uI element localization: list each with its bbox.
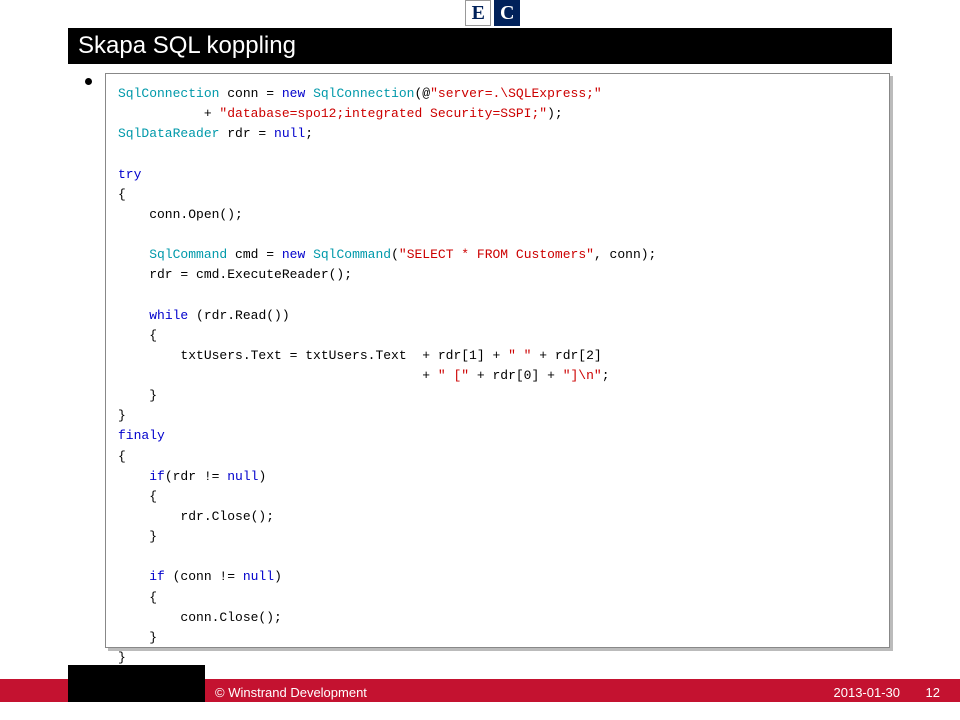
code-token: { — [118, 449, 126, 464]
code-token: SqlCommand — [149, 247, 227, 262]
code-token: " [" — [438, 368, 469, 383]
code-token: rdr = — [219, 126, 274, 141]
code-token: try — [118, 167, 141, 182]
code-token: } — [118, 650, 126, 665]
code-token: new — [282, 86, 305, 101]
code-token: "database=spo12;integrated Security=SSPI… — [219, 106, 547, 121]
code-token: SqlConnection — [313, 86, 414, 101]
code-token: rdr = cmd.ExecuteReader(); — [118, 267, 352, 282]
code-token: (@ — [414, 86, 430, 101]
code-token: SqlConnection — [118, 86, 219, 101]
code-token: txtUsers.Text = txtUsers.Text + rdr[1] + — [118, 348, 508, 363]
code-token: null — [243, 569, 274, 584]
logo-letter-c: C — [494, 0, 520, 26]
code-token: if — [149, 469, 165, 484]
code-token: + rdr[0] + — [469, 368, 563, 383]
code-token: ; — [305, 126, 313, 141]
code-token: rdr.Close(); — [118, 509, 274, 524]
code-token: cmd = — [227, 247, 282, 262]
code-token: conn = — [219, 86, 281, 101]
code-token: ; — [602, 368, 610, 383]
code-token: { — [118, 328, 157, 343]
code-token: SqlDataReader — [118, 126, 219, 141]
code-token: null — [227, 469, 258, 484]
code-token: conn.Open(); — [118, 207, 243, 222]
code-token: SqlCommand — [313, 247, 391, 262]
code-token: { — [118, 489, 157, 504]
code-token: } — [118, 630, 157, 645]
footer-page-number: 12 — [926, 685, 940, 700]
code-token: new — [282, 247, 305, 262]
code-token: " " — [508, 348, 531, 363]
code-token: "server=.\SQLExpress;" — [430, 86, 602, 101]
code-token: "]\n" — [563, 368, 602, 383]
code-token — [305, 247, 313, 262]
footer-black-box — [68, 665, 205, 702]
code-token: "SELECT * FROM Customers" — [399, 247, 594, 262]
code-token: conn.Close(); — [118, 610, 282, 625]
code-token: finaly — [118, 428, 165, 443]
code-block: SqlConnection conn = new SqlConnection(@… — [105, 73, 890, 648]
code-token: + rdr[2] — [531, 348, 601, 363]
code-token: null — [274, 126, 305, 141]
code-token: } — [118, 408, 126, 423]
slide-title: Skapa SQL koppling — [68, 28, 892, 64]
code-token: (conn != — [165, 569, 243, 584]
bullet-icon — [85, 78, 92, 85]
code-token: } — [118, 388, 157, 403]
code-token: while — [149, 308, 188, 323]
code-token: , conn); — [594, 247, 656, 262]
code-token: ) — [258, 469, 266, 484]
code-token: { — [118, 590, 157, 605]
code-token: ( — [391, 247, 399, 262]
code-token — [118, 469, 149, 484]
code-token — [118, 569, 149, 584]
footer-copyright: © Winstrand Development — [215, 685, 367, 700]
code-token: (rdr != — [165, 469, 227, 484]
code-token: { — [118, 187, 126, 202]
footer-date: 2013-01-30 — [834, 685, 901, 700]
code-token: (rdr.Read()) — [188, 308, 289, 323]
code-token: ); — [547, 106, 563, 121]
code-token: } — [118, 529, 157, 544]
code-token — [305, 86, 313, 101]
code-token — [118, 247, 149, 262]
code-token: if — [149, 569, 165, 584]
code-token: ) — [274, 569, 282, 584]
code-token: + — [118, 106, 219, 121]
logo-boxes: E C — [465, 0, 520, 26]
code-token: + — [118, 368, 438, 383]
code-token — [118, 308, 149, 323]
logo-letter-e: E — [465, 0, 491, 26]
